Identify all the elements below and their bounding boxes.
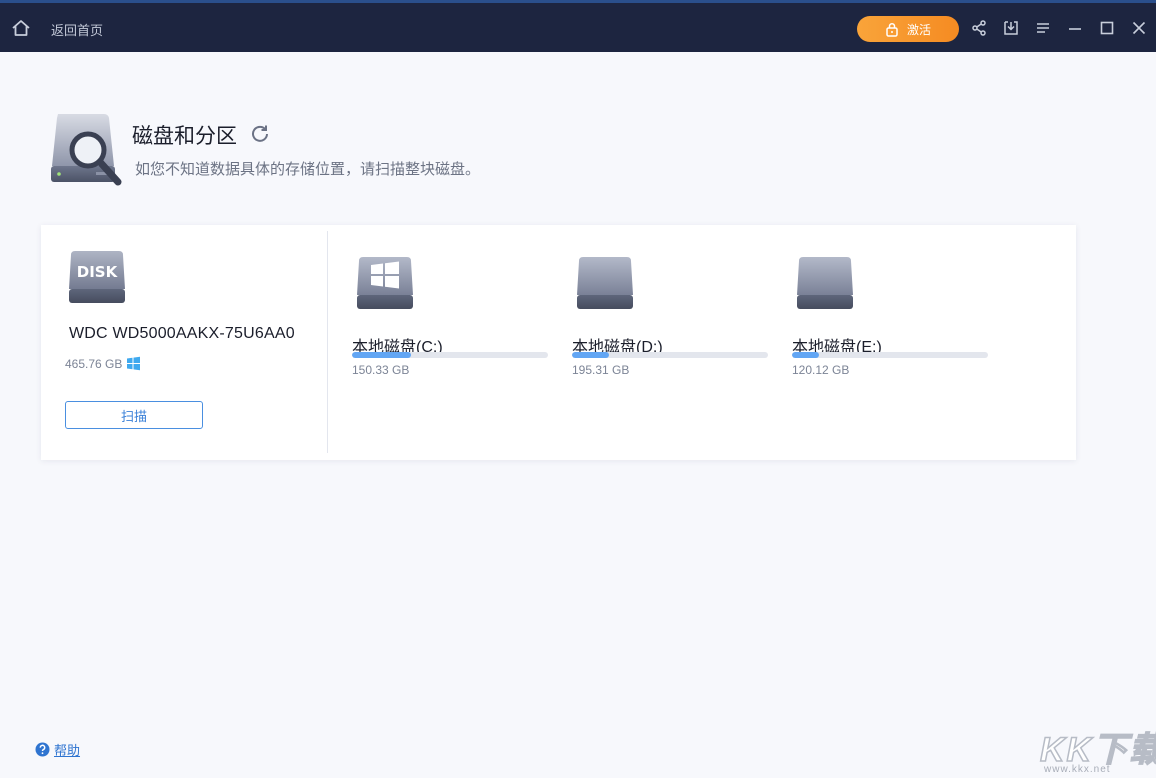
scan-disk-button[interactable]: 扫描 bbox=[65, 401, 203, 429]
share-icon[interactable] bbox=[970, 19, 988, 37]
volume-usage-fill bbox=[792, 352, 819, 358]
minimize-icon[interactable] bbox=[1066, 19, 1084, 37]
disk-panel: DISK WDC WD5000AAKX-75U6AA0 465.76 GB 扫描… bbox=[41, 225, 1076, 460]
page-title: 磁盘和分区 bbox=[132, 120, 237, 150]
volume-size: 120.12 GB bbox=[792, 363, 849, 377]
lock-icon bbox=[885, 22, 899, 37]
physical-disk-icon: DISK bbox=[68, 249, 126, 305]
back-home-link[interactable]: 返回首页 bbox=[51, 20, 103, 39]
disk-size: 465.76 GB bbox=[65, 357, 122, 371]
refresh-icon[interactable] bbox=[250, 123, 270, 143]
disk-name: WDC WD5000AAKX-75U6AA0 bbox=[69, 325, 295, 343]
download-icon[interactable] bbox=[1002, 19, 1020, 37]
volume-usage-bar bbox=[352, 352, 548, 358]
windows-drive-icon bbox=[356, 255, 414, 311]
close-icon[interactable] bbox=[1130, 19, 1148, 37]
help-icon bbox=[35, 742, 50, 757]
activate-label: 激活 bbox=[907, 21, 931, 38]
help-link[interactable]: 帮助 bbox=[35, 740, 80, 759]
volume-usage-bar bbox=[572, 352, 768, 358]
drive-icon bbox=[576, 255, 634, 311]
watermark-url: www.kkx.net bbox=[1044, 764, 1111, 775]
volume-usage-bar bbox=[792, 352, 988, 358]
title-bar: 返回首页 激活 bbox=[0, 0, 1156, 52]
windows-icon bbox=[126, 356, 141, 371]
volume-d[interactable]: 本地磁盘(D:) 195.31 GB bbox=[572, 255, 768, 385]
volume-usage-fill bbox=[572, 352, 609, 358]
menu-icon[interactable] bbox=[1034, 19, 1052, 37]
help-label: 帮助 bbox=[54, 740, 80, 759]
page-subtitle: 如您不知道数据具体的存储位置，请扫描整块磁盘。 bbox=[135, 158, 480, 179]
disk-search-icon bbox=[48, 110, 130, 192]
disk-size-row: 465.76 GB bbox=[65, 356, 141, 371]
home-icon[interactable] bbox=[10, 17, 32, 39]
drive-icon bbox=[796, 255, 854, 311]
maximize-icon[interactable] bbox=[1098, 19, 1116, 37]
volume-size: 195.31 GB bbox=[572, 363, 629, 377]
panel-divider bbox=[327, 231, 328, 453]
volume-c[interactable]: 本地磁盘(C:) 150.33 GB bbox=[352, 255, 548, 385]
disk-icon-label: DISK bbox=[77, 263, 119, 281]
volume-e[interactable]: 本地磁盘(E:) 120.12 GB bbox=[792, 255, 988, 385]
volume-size: 150.33 GB bbox=[352, 363, 409, 377]
volume-usage-fill bbox=[352, 352, 411, 358]
activate-button[interactable]: 激活 bbox=[857, 16, 959, 42]
watermark: KK下载 www.kkx.net bbox=[1040, 722, 1152, 776]
